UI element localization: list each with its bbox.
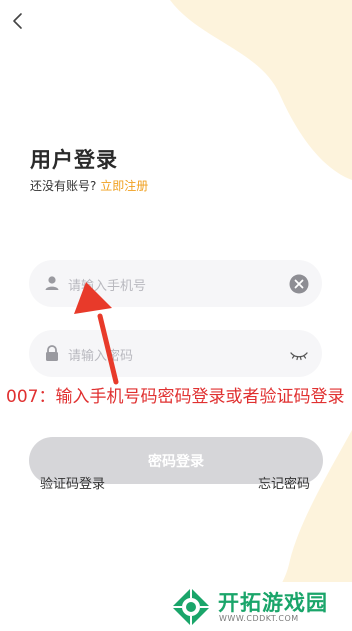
top-right-decoration (170, 0, 352, 631)
watermark-logo: 开拓游戏园 WWW.CDDKT.COM (152, 582, 352, 631)
user-icon (45, 276, 59, 290)
sms-login-link[interactable]: 验证码登录 (40, 473, 105, 492)
forgot-password-link[interactable]: 忘记密码 (258, 473, 310, 492)
tutorial-annotation: 007：输入手机号码密码登录或者验证码登录 (6, 385, 352, 410)
eye-closed-icon[interactable] (288, 343, 310, 365)
annotation-arrow (74, 282, 119, 385)
page-title: 用户登录 (30, 148, 118, 172)
watermark-url: WWW.CDDKT.COM (219, 614, 299, 623)
clear-icon[interactable] (288, 273, 310, 295)
password-field[interactable]: 请输入密码 (29, 330, 322, 377)
back-button[interactable] (4, 6, 30, 36)
watermark-name: 开拓游戏园 (218, 591, 328, 615)
password-placeholder: 请输入密码 (68, 349, 134, 364)
phone-field[interactable]: 请输入手机号 (29, 260, 322, 307)
phone-placeholder: 请输入手机号 (68, 279, 147, 294)
no-account-text: 还没有账号? (30, 179, 97, 193)
register-prompt: 还没有账号? 立即注册 (30, 177, 148, 194)
chevron-left-icon (13, 13, 22, 29)
logo-mark-icon (172, 588, 210, 626)
register-link[interactable]: 立即注册 (100, 179, 148, 193)
lock-icon (46, 345, 58, 361)
